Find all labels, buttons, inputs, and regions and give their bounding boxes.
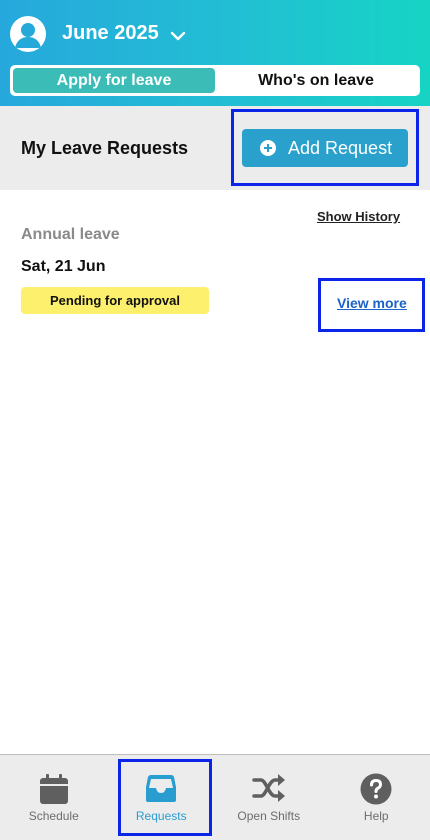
nav-item-open-shifts[interactable]: Open Shifts — [215, 755, 323, 840]
chevron-down-icon[interactable] — [169, 27, 187, 45]
view-more-link[interactable]: View more — [337, 295, 407, 311]
nav-item-schedule[interactable]: Schedule — [0, 755, 108, 840]
nav-item-help[interactable]: Help — [323, 755, 430, 840]
calendar-icon — [39, 774, 68, 804]
shuffle-icon — [252, 774, 285, 802]
nav-label-requests: Requests — [135, 809, 187, 823]
show-history-link[interactable]: Show History — [317, 209, 400, 224]
status-badge: Pending for approval — [21, 287, 209, 314]
avatar[interactable] — [10, 16, 46, 52]
plus-circle-icon — [260, 140, 276, 156]
inbox-icon — [146, 775, 177, 802]
app-header: June 2025 Apply for leave Who's on leave — [0, 0, 430, 106]
nav-label-schedule: Schedule — [28, 809, 79, 823]
nav-label-help: Help — [363, 809, 389, 823]
tab-apply-for-leave[interactable]: Apply for leave — [13, 68, 215, 93]
tab-whos-on-leave[interactable]: Who's on leave — [215, 68, 417, 93]
nav-label-open-shifts: Open Shifts — [237, 809, 301, 823]
help-icon — [360, 773, 392, 805]
leave-segmented-control: Apply for leave Who's on leave — [10, 65, 420, 96]
add-request-label: Add Request — [288, 137, 393, 158]
leave-type: Annual leave — [21, 226, 120, 243]
nav-item-requests[interactable]: Requests — [108, 755, 216, 840]
page-title: My Leave Requests — [21, 138, 189, 158]
month-selector-label[interactable]: June 2025 — [62, 22, 159, 45]
bottom-nav: Schedule Requests Open Shifts Help — [0, 754, 430, 840]
leave-date: Sat, 21 Jun — [21, 258, 106, 275]
add-request-button[interactable]: Add Request — [242, 129, 408, 167]
user-icon — [15, 23, 41, 48]
